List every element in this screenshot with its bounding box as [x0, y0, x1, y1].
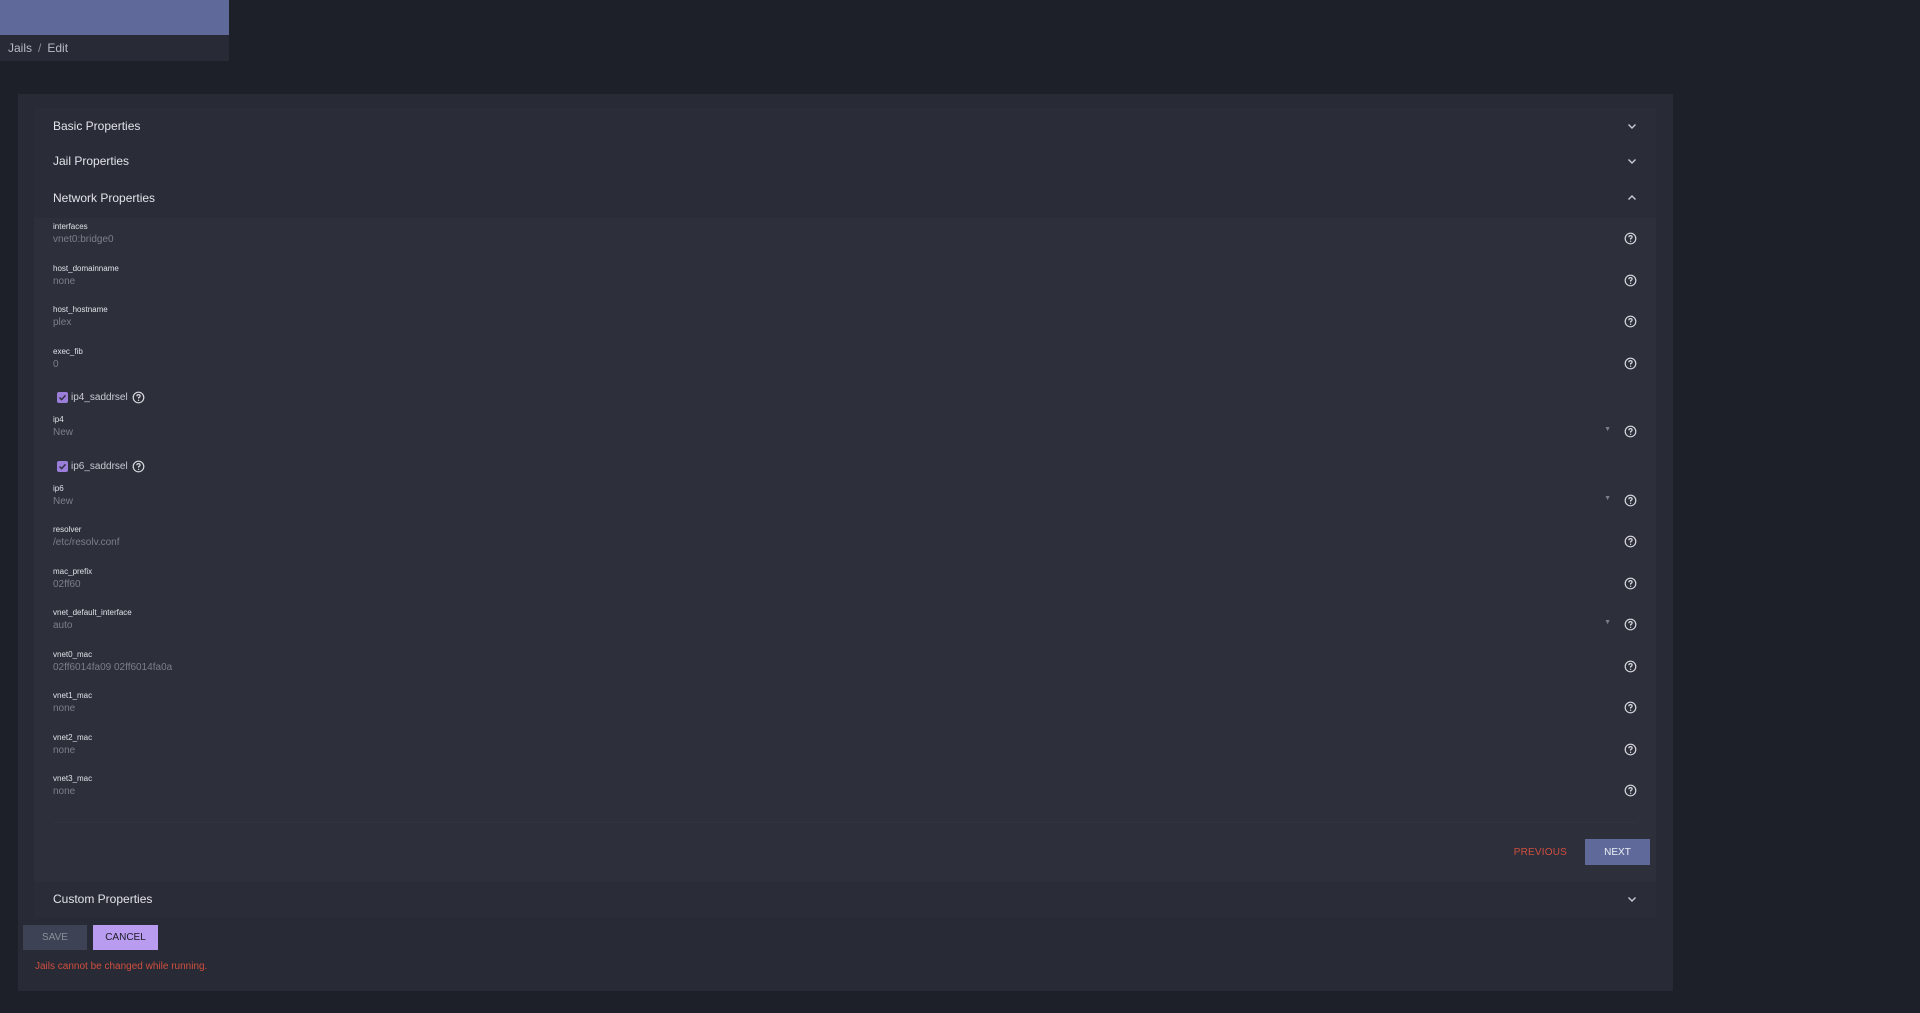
field-ip6[interactable]: ip6 New ▼	[53, 480, 1637, 522]
field-label: ip6	[53, 483, 64, 493]
help-icon[interactable]	[1624, 274, 1637, 287]
chevron-down-icon	[1626, 155, 1638, 167]
cancel-button[interactable]: CANCEL	[93, 925, 158, 950]
help-icon[interactable]	[1624, 660, 1637, 673]
field-label: vnet3_mac	[53, 774, 93, 783]
help-icon[interactable]	[1624, 232, 1637, 245]
breadcrumb-edit: Edit	[47, 41, 69, 55]
mac-prefix-input[interactable]: 02ff60	[53, 579, 81, 590]
field-vnet2-mac[interactable]: vnet2_mac none	[53, 729, 1637, 771]
error-message: Jails cannot be changed while running.	[35, 961, 208, 972]
dropdown-caret-icon[interactable]: ▼	[1604, 619, 1611, 626]
help-icon[interactable]	[1624, 315, 1637, 328]
vnet1-mac-input[interactable]: none	[53, 703, 75, 714]
field-ip4[interactable]: ip4 New ▼	[53, 411, 1637, 453]
chevron-up-icon	[1626, 192, 1638, 204]
ip4-saddrsel-row: ip4_saddrsel	[53, 384, 1637, 411]
breadcrumb-separator: /	[38, 41, 42, 55]
help-icon[interactable]	[1624, 494, 1637, 507]
field-resolver[interactable]: resolver /etc/resolv.conf	[53, 521, 1637, 563]
help-icon[interactable]	[1624, 357, 1637, 370]
step-basic-label: Basic Properties	[53, 118, 141, 133]
field-interfaces[interactable]: interfaces vnet0:bridge0	[53, 218, 1637, 260]
ip4-saddrsel-label: ip4_saddrsel	[71, 392, 128, 403]
ip6-saddrsel-checkbox[interactable]	[57, 460, 68, 472]
step-basic-properties[interactable]: Basic Properties	[34, 108, 1656, 143]
host-hostname-input[interactable]: plex	[53, 317, 71, 328]
vnet0-mac-input[interactable]: 02ff6014fa09 02ff6014fa0a	[53, 662, 172, 673]
step-custom-properties[interactable]: Custom Properties	[34, 882, 1656, 917]
breadcrumb: Jails / Edit	[0, 35, 229, 61]
field-label: vnet_default_interface	[53, 608, 132, 617]
vnet2-mac-input[interactable]: none	[53, 745, 75, 756]
ip4-saddrsel-checkbox[interactable]	[57, 392, 68, 403]
vnet3-mac-input[interactable]: none	[53, 786, 75, 797]
field-label: host_hostname	[53, 305, 108, 314]
help-icon[interactable]	[1624, 701, 1637, 714]
field-host-hostname[interactable]: host_hostname plex	[53, 301, 1637, 343]
field-vnet0-mac[interactable]: vnet0_mac 02ff6014fa09 02ff6014fa0a	[53, 646, 1637, 688]
help-icon[interactable]	[1624, 535, 1637, 548]
dropdown-caret-icon[interactable]: ▼	[1604, 426, 1611, 433]
step-network-label: Network Properties	[53, 191, 156, 205]
network-properties-body: interfaces vnet0:bridge0 host_domainname…	[34, 218, 1656, 882]
ip6-saddrsel-label: ip6_saddrsel	[71, 460, 128, 472]
interfaces-input[interactable]: vnet0:bridge0	[53, 234, 114, 245]
wizard-card: Basic Properties Jail Properties Network…	[18, 94, 1673, 991]
exec-fib-input[interactable]: 0	[53, 359, 59, 370]
help-icon[interactable]	[1624, 784, 1637, 797]
field-vnet-default-interface[interactable]: vnet_default_interface auto ▼	[53, 604, 1637, 646]
field-host-domainname[interactable]: host_domainname none	[53, 260, 1637, 302]
field-label: interfaces	[53, 222, 88, 231]
help-icon[interactable]	[1624, 577, 1637, 590]
field-exec-fib[interactable]: exec_fib 0	[53, 343, 1637, 385]
step-navigation: PREVIOUS NEXT	[53, 821, 1650, 882]
field-vnet1-mac[interactable]: vnet1_mac none	[53, 687, 1637, 729]
host-domainname-input[interactable]: none	[53, 276, 75, 287]
field-label: resolver	[53, 525, 82, 534]
breadcrumb-jails[interactable]: Jails	[8, 41, 32, 55]
field-mac-prefix[interactable]: mac_prefix 02ff60	[53, 563, 1637, 605]
stepper: Basic Properties Jail Properties Network…	[34, 108, 1656, 917]
field-label: host_domainname	[53, 263, 119, 273]
help-icon[interactable]	[1624, 743, 1637, 756]
resolver-input[interactable]: /etc/resolv.conf	[53, 537, 120, 548]
help-icon[interactable]	[1624, 618, 1637, 631]
chevron-down-icon	[1626, 893, 1638, 905]
save-button[interactable]: SAVE	[23, 925, 87, 950]
ip6-select[interactable]: New	[53, 496, 73, 507]
field-label: exec_fib	[53, 346, 83, 356]
top-bar	[0, 0, 229, 35]
step-jail-properties[interactable]: Jail Properties	[34, 143, 1656, 178]
help-icon[interactable]	[132, 391, 145, 404]
help-icon[interactable]	[132, 460, 145, 473]
step-network-properties[interactable]: Network Properties	[34, 178, 1656, 218]
field-label: vnet1_mac	[53, 691, 93, 700]
ip6-saddrsel-row: ip6_saddrsel	[53, 453, 1637, 480]
step-custom-label: Custom Properties	[53, 892, 153, 906]
chevron-down-icon	[1626, 120, 1638, 132]
next-button[interactable]: NEXT	[1585, 839, 1650, 865]
form-actions: SAVE CANCEL	[23, 925, 158, 950]
vnet-default-interface-select[interactable]: auto	[53, 620, 72, 631]
step-jail-label: Jail Properties	[53, 153, 130, 168]
help-icon[interactable]	[1624, 425, 1637, 438]
field-label: ip4	[53, 415, 64, 424]
field-label: vnet2_mac	[53, 732, 93, 742]
ip4-select[interactable]: New	[53, 427, 73, 438]
field-label: vnet0_mac	[53, 649, 93, 659]
dropdown-caret-icon[interactable]: ▼	[1604, 495, 1611, 502]
field-vnet3-mac[interactable]: vnet3_mac none	[53, 770, 1637, 812]
field-label: mac_prefix	[53, 566, 93, 576]
previous-button[interactable]: PREVIOUS	[1514, 847, 1567, 858]
